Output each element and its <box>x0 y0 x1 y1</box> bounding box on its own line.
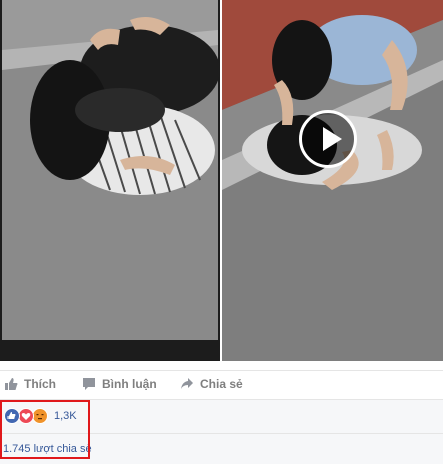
stats-divider <box>0 433 443 434</box>
comment-label: Bình luận <box>102 377 157 391</box>
share-button[interactable]: Chia sẻ <box>180 377 243 391</box>
video-still-left <box>0 0 220 361</box>
post-stats: 1,3K 1.745 lượt chia sẻ <box>0 399 443 464</box>
like-label: Thích <box>24 377 56 391</box>
reaction-count[interactable]: 1,3K <box>54 410 77 422</box>
angry-icon <box>32 408 48 424</box>
video-frame-right <box>222 0 443 361</box>
play-button[interactable] <box>299 110 357 168</box>
comment-button[interactable]: Bình luận <box>82 377 157 391</box>
play-icon <box>323 127 342 151</box>
like-icon <box>4 408 20 424</box>
thumbs-up-icon <box>5 378 18 390</box>
reactions-summary[interactable]: 1,3K <box>4 408 77 424</box>
video-still-right <box>222 0 443 361</box>
video-post-media[interactable] <box>0 0 443 361</box>
love-icon <box>18 408 34 424</box>
video-frame-left <box>0 0 220 361</box>
like-button[interactable]: Thích <box>4 377 56 391</box>
post-action-bar: Thích Bình luận Chia sẻ <box>0 370 443 399</box>
share-label: Chia sẻ <box>200 377 243 391</box>
share-arrow-icon <box>181 378 193 389</box>
share-count[interactable]: 1.745 lượt chia sẻ <box>3 443 92 455</box>
comment-icon <box>83 378 95 390</box>
